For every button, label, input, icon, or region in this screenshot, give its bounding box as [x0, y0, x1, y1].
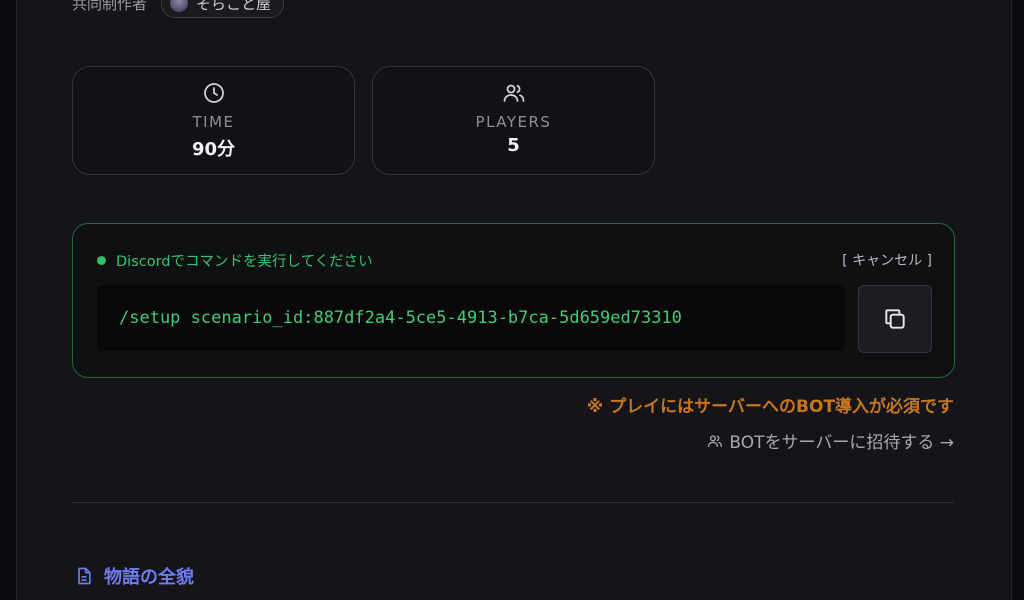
users-icon: [503, 84, 524, 102]
command-code-text: /setup scenario_id:887df2a4-5ce5-4913-b7…: [119, 308, 682, 328]
clock-icon: [203, 83, 224, 103]
copy-button[interactable]: [858, 285, 932, 353]
status-dot-icon: [97, 256, 106, 265]
coauthor-row: 共同制作者 そらこと屋: [72, 0, 285, 18]
users-icon: [708, 434, 723, 447]
stat-value: 90分: [191, 139, 236, 160]
bot-required-notice: ※ プレイにはサーバーへのBOT導入が必須です: [586, 397, 954, 417]
coauthor-name: そらこと屋: [196, 0, 272, 13]
avatar: [170, 0, 189, 12]
command-status-text: Discordでコマンドを実行してください: [116, 254, 373, 270]
stat-label: TIME: [192, 113, 235, 131]
section-heading: 物語の全貌: [74, 563, 194, 589]
command-box: Discordでコマンドを実行してください [ キャンセル ] /setup s…: [72, 223, 955, 378]
invite-bot-link[interactable]: BOTをサーバーに招待する →: [707, 428, 954, 453]
document-icon: [78, 567, 91, 585]
stat-value: 5: [507, 135, 520, 156]
cancel-button[interactable]: [ キャンセル ]: [842, 250, 932, 270]
copy-icon: [885, 309, 905, 329]
command-status: Discordでコマンドを実行してください: [97, 250, 373, 271]
invite-bot-label: BOTをサーバーに招待する →: [729, 433, 954, 453]
coauthor-chip[interactable]: そらこと屋: [161, 0, 285, 18]
stat-card-players: PLAYERS 5: [372, 66, 655, 175]
coauthor-label: 共同制作者: [72, 0, 148, 13]
section-title: 物語の全貌: [104, 567, 194, 588]
command-code-block[interactable]: /setup scenario_id:887df2a4-5ce5-4913-b7…: [97, 285, 845, 351]
stat-card-time: TIME 90分: [72, 66, 355, 175]
divider: [72, 502, 954, 503]
stat-label: PLAYERS: [475, 113, 552, 131]
